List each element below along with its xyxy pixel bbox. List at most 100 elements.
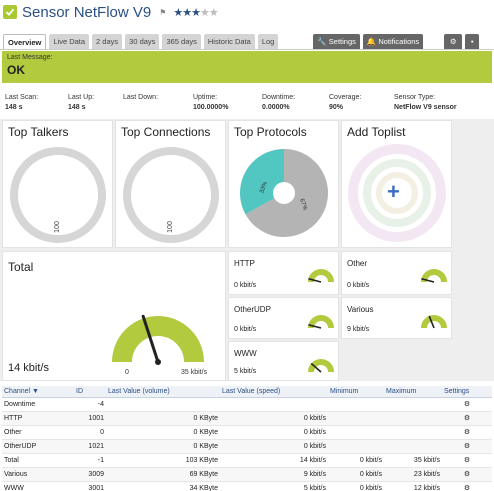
table-cell: 0 kbit/s <box>220 439 328 454</box>
stat-downtime: Downtime: 0.0000% <box>262 94 296 111</box>
bell-icon: 🔔 <box>366 37 377 46</box>
tab-30-days[interactable]: 30 days <box>125 34 160 49</box>
channel-table: Channel ▼ ID Last Value (volume) Last Va… <box>2 386 492 491</box>
last-message-label: Last Message: <box>7 54 53 61</box>
status-ok-icon <box>3 5 17 19</box>
col-channel[interactable]: Channel ▼ <box>2 386 74 398</box>
gauge-http-panel[interactable]: HTTP 0 kbit/s <box>228 251 339 295</box>
top-protocols-panel[interactable]: Top Protocols 33% 67% <box>228 120 339 248</box>
gauge-otherudp-panel[interactable]: OtherUDP 0 kbit/s <box>228 297 339 339</box>
col-maximum[interactable]: Maximum <box>384 386 442 398</box>
gauge-various-panel[interactable]: Various 9 kbit/s <box>341 297 452 339</box>
table-row[interactable]: Various 3009 69 KByte 9 kbit/s 0 kbit/s 23 kb… <box>2 467 492 482</box>
options-gear-icon[interactable]: ⚙ <box>444 34 463 49</box>
gauge-various <box>421 315 447 329</box>
table-cell: -4 <box>74 397 106 412</box>
top-talkers-panel[interactable]: Top Talkers 100 <box>2 120 113 248</box>
gauge-other-panel[interactable]: Other 0 kbit/s <box>341 251 452 295</box>
tab-overview[interactable]: Overview <box>3 34 47 49</box>
table-row[interactable]: WWW 3001 34 KByte 5 kbit/s 0 kbit/s 12 kbit/s… <box>2 481 492 491</box>
top-talkers-ring: 100 <box>10 147 106 243</box>
stat-last-up: Last Up: 148 s <box>68 94 95 111</box>
page-title: Sensor NetFlow V9 <box>22 3 152 21</box>
top-talkers-label: 100 <box>54 221 61 233</box>
table-row[interactable]: Downtime -4 ⚙ <box>2 397 492 412</box>
row-settings-gear-icon[interactable]: ⚙ <box>442 467 492 482</box>
table-cell <box>384 439 442 454</box>
table-cell: 0 KByte <box>106 439 220 454</box>
flag-icon[interactable]: ⚑ <box>159 8 166 17</box>
total-min-label: 0 <box>125 369 129 376</box>
notifications-button[interactable]: 🔔 Notifications <box>362 34 424 49</box>
gauge-www <box>308 359 334 373</box>
row-settings-gear-icon[interactable]: ⚙ <box>442 425 492 440</box>
table-cell <box>328 425 384 440</box>
tab-log[interactable]: Log <box>257 34 279 49</box>
row-settings-gear-icon[interactable]: ⚙ <box>442 439 492 454</box>
table-cell: WWW <box>2 481 74 491</box>
total-value: 14 kbit/s <box>8 362 49 374</box>
table-row[interactable]: HTTP 1001 0 KByte 0 kbit/s ⚙ <box>2 411 492 426</box>
row-settings-gear-icon[interactable]: ⚙ <box>442 481 492 491</box>
row-settings-gear-icon[interactable]: ⚙ <box>442 397 492 412</box>
tab-bar: Overview Live Data 2 days 30 days 365 da… <box>3 34 480 49</box>
table-cell: Downtime <box>2 397 74 412</box>
table-row[interactable]: OtherUDP 1021 0 KByte 0 kbit/s ⚙ <box>2 439 492 454</box>
tab-historic-data[interactable]: Historic Data <box>203 34 255 49</box>
total-max-label: 35 kbit/s <box>181 369 208 376</box>
total-gauge-panel[interactable]: Total 0 35 kbit/s 14 kbit/s <box>2 251 226 381</box>
table-cell: 0 kbit/s <box>328 481 384 491</box>
table-cell <box>328 439 384 454</box>
table-cell: 0 <box>74 425 106 440</box>
stat-last-scan: Last Scan: 148 s <box>5 94 39 111</box>
table-cell: 12 kbit/s <box>384 481 442 491</box>
table-cell: -1 <box>74 453 106 468</box>
tab-365-days[interactable]: 365 days <box>162 34 201 49</box>
delete-icon[interactable]: ▪ <box>465 34 480 49</box>
table-cell: 35 kbit/s <box>384 453 442 468</box>
tab-live-data[interactable]: Live Data <box>49 34 90 49</box>
table-row[interactable]: Total -1 103 KByte 14 kbit/s 0 kbit/s 35 kbit… <box>2 453 492 468</box>
table-cell: Total <box>2 453 74 468</box>
table-cell <box>220 397 328 412</box>
top-protocols-pie: 33% 67% <box>240 149 328 237</box>
tab-2-days[interactable]: 2 days <box>92 34 123 49</box>
table-cell: 34 KByte <box>106 481 220 491</box>
gauge-www-panel[interactable]: WWW 5 kbit/s <box>228 341 339 381</box>
table-cell <box>384 397 442 412</box>
table-cell: 69 KByte <box>106 467 220 482</box>
table-cell: 9 kbit/s <box>220 467 328 482</box>
table-cell <box>384 425 442 440</box>
table-cell: Other <box>2 425 74 440</box>
table-cell: 1001 <box>74 411 106 426</box>
table-row[interactable]: Other 0 0 KByte 0 kbit/s ⚙ <box>2 425 492 440</box>
table-cell: 0 kbit/s <box>328 453 384 468</box>
settings-button[interactable]: 🔧 Settings <box>313 34 360 49</box>
table-cell <box>106 397 220 412</box>
table-cell: 3001 <box>74 481 106 491</box>
stat-uptime: Uptime: 100.0000% <box>193 94 229 111</box>
priority-stars[interactable]: ★★★★★ <box>173 6 218 19</box>
table-cell: Various <box>2 467 74 482</box>
tab-divider <box>0 49 494 50</box>
col-volume[interactable]: Last Value (volume) <box>106 386 220 398</box>
row-settings-gear-icon[interactable]: ⚙ <box>442 453 492 468</box>
top-connections-panel[interactable]: Top Connections 100 <box>115 120 226 248</box>
stats-row: Last Scan: 148 s Last Up: 148 s Last Down:… <box>0 94 494 116</box>
col-speed[interactable]: Last Value (speed) <box>220 386 328 398</box>
table-cell <box>328 411 384 426</box>
last-message-value: OK <box>7 63 25 77</box>
col-minimum[interactable]: Minimum <box>328 386 384 398</box>
table-header-row: Channel ▼ ID Last Value (volume) Last Va… <box>2 386 492 398</box>
add-toplist-plus-icon[interactable]: + <box>387 179 400 205</box>
table-cell: 0 KByte <box>106 425 220 440</box>
col-settings: Settings <box>442 386 492 398</box>
table-cell: 103 KByte <box>106 453 220 468</box>
add-toplist-panel[interactable]: Add Toplist + <box>341 120 452 248</box>
col-id[interactable]: ID <box>74 386 106 398</box>
table-cell: 0 kbit/s <box>328 467 384 482</box>
table-cell: 23 kbit/s <box>384 467 442 482</box>
top-connections-label: 100 <box>167 221 174 233</box>
row-settings-gear-icon[interactable]: ⚙ <box>442 411 492 426</box>
gauge-other <box>421 269 447 283</box>
